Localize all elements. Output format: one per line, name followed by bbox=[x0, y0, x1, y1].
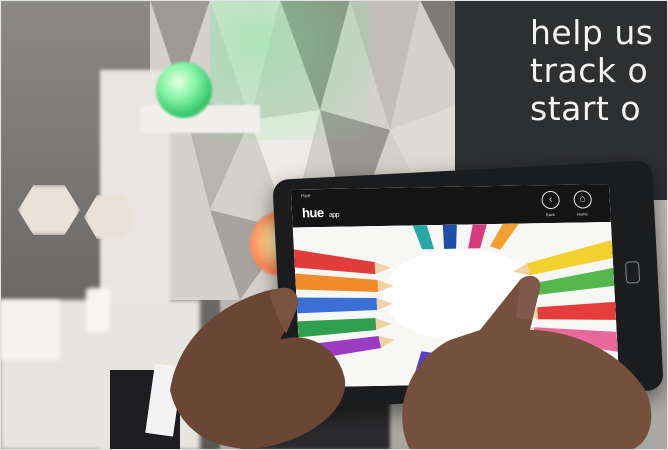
home-app-button[interactable]: ⌂ bbox=[573, 190, 593, 209]
back-arrow-icon: ‹ bbox=[548, 194, 553, 206]
candle-object bbox=[86, 288, 110, 332]
right-hand bbox=[402, 275, 652, 450]
app-logo-text: hue bbox=[301, 205, 325, 221]
poster-line: help us bbox=[530, 13, 654, 52]
app-tiny-title: Hue bbox=[300, 193, 311, 200]
cushion bbox=[0, 300, 60, 360]
home-icon: ⌂ bbox=[579, 193, 586, 205]
app-logo: hue app bbox=[301, 205, 340, 221]
poster-line: track o bbox=[530, 51, 649, 90]
home-label: Home bbox=[576, 211, 588, 217]
back-label: Back bbox=[545, 211, 556, 218]
left-hand bbox=[170, 287, 346, 449]
app-header: Hue hue app ‹ Back ⌂ Home bbox=[290, 184, 611, 228]
back-button[interactable]: ‹ bbox=[541, 190, 561, 210]
app-logo-suffix: app bbox=[328, 211, 340, 219]
poster-line: start o bbox=[530, 89, 642, 128]
poster-text: help us track o start o bbox=[530, 14, 653, 128]
green-hue-lamp bbox=[156, 62, 212, 118]
photo-scene: help us track o start o Hue hue app ‹ Ba… bbox=[0, 0, 668, 450]
